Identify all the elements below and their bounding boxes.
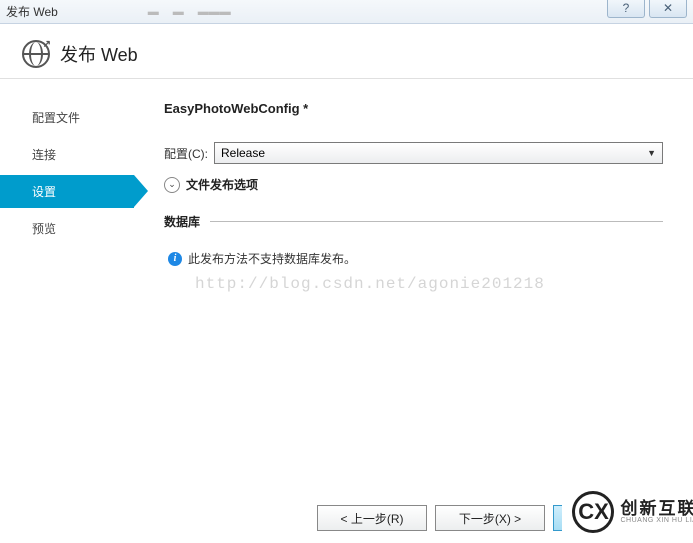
file-publish-options-label: 文件发布选项 — [186, 176, 258, 193]
sidebar-item-preview[interactable]: 预览 — [0, 212, 134, 245]
database-section-title: 数据库 — [164, 213, 200, 230]
config-name: EasyPhotoWebConfig * — [164, 101, 663, 116]
database-info-text: 此发布方法不支持数据库发布。 — [188, 250, 356, 267]
sidebar-item-label: 连接 — [32, 148, 56, 162]
expand-toggle[interactable]: ⌄ — [164, 177, 180, 193]
window-title: 发布 Web — [6, 3, 58, 20]
globe-icon: ↗ — [22, 40, 50, 68]
close-button[interactable]: ✕ — [649, 0, 687, 18]
help-button[interactable]: ? — [607, 0, 645, 18]
brand-en: CHUANG XIN HU LIAN — [620, 517, 693, 524]
previous-button[interactable]: < 上一步(R) — [317, 505, 427, 531]
sidebar-item-label: 预览 — [32, 222, 56, 236]
info-icon: i — [168, 252, 182, 266]
titlebar-ghost: ▬▬▬▬▬ — [148, 6, 231, 18]
dialog-header: ↗ 发布 Web — [0, 24, 693, 79]
sidebar-item-label: 配置文件 — [32, 111, 80, 125]
brand-logo: CX 创新互联 CHUANG XIN HU LIAN — [562, 491, 693, 533]
dialog-title: 发布 Web — [60, 41, 138, 67]
config-select-value: Release — [221, 146, 265, 160]
sidebar: 配置文件 连接 设置 预览 — [0, 79, 134, 509]
next-button[interactable]: 下一步(X) > — [435, 505, 545, 531]
help-icon: ? — [623, 1, 630, 15]
close-icon: ✕ — [663, 1, 673, 15]
chevron-down-icon: ▼ — [647, 148, 656, 158]
button-label: < 上一步(R) — [340, 510, 403, 527]
chevron-down-icon: ⌄ — [168, 179, 176, 190]
config-select[interactable]: Release ▼ — [214, 142, 663, 164]
sidebar-item-settings[interactable]: 设置 — [0, 175, 134, 208]
brand-cn: 创新互联 — [620, 500, 693, 517]
titlebar: 发布 Web ▬▬▬▬▬ ? ✕ — [0, 0, 693, 24]
button-label: 下一步(X) > — [459, 510, 521, 527]
main-panel: EasyPhotoWebConfig * 配置(C): Release ▼ ⌄ … — [134, 79, 693, 509]
section-divider — [210, 221, 663, 222]
brand-mark: CX — [572, 491, 614, 533]
sidebar-item-profile[interactable]: 配置文件 — [0, 101, 134, 134]
sidebar-item-label: 设置 — [32, 185, 56, 199]
sidebar-item-connection[interactable]: 连接 — [0, 138, 134, 171]
config-label: 配置(C): — [164, 145, 214, 162]
